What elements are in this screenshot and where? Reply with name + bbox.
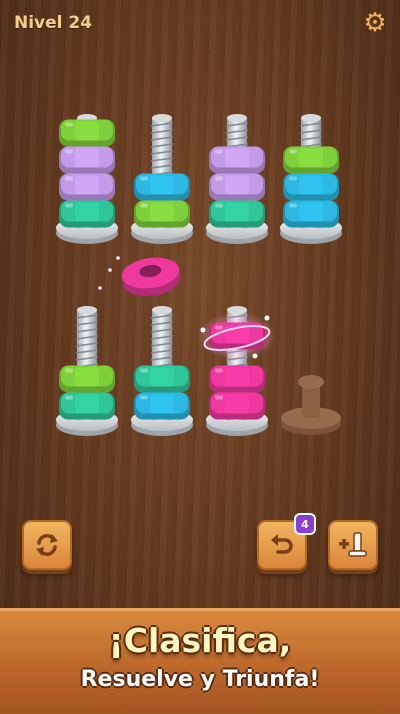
sparkle [200, 327, 206, 333]
nut-lavender[interactable] [59, 173, 115, 201]
nut-green[interactable] [59, 119, 115, 147]
nut-lavender[interactable] [209, 173, 265, 201]
loose-nut[interactable] [120, 254, 183, 300]
restart-button[interactable] [22, 520, 72, 570]
banner-headline: ¡Clasifica, [108, 621, 292, 660]
sparkle [264, 315, 270, 321]
sparkle [108, 268, 112, 272]
nut-cyan[interactable] [134, 173, 190, 201]
undo-icon [271, 534, 293, 554]
bolt-8[interactable] [281, 375, 341, 435]
nut-pink[interactable] [209, 392, 265, 420]
game-board [56, 114, 342, 436]
nut-teal[interactable] [59, 200, 115, 228]
nut-green[interactable] [134, 200, 190, 228]
nut-green[interactable] [59, 365, 115, 393]
nut-cyan[interactable] [283, 200, 339, 228]
sparkle [252, 353, 258, 359]
nut-teal[interactable] [209, 200, 265, 228]
sparkle [98, 286, 102, 290]
nut-teal[interactable] [134, 365, 190, 393]
nut-cyan[interactable] [134, 392, 190, 420]
promo-banner: ¡Clasifica, Resuelve y Triunfa! [0, 608, 400, 714]
undo-count-badge: 4 [294, 513, 316, 535]
nut-cyan[interactable] [283, 173, 339, 201]
nut-green[interactable] [283, 146, 339, 174]
banner-subline: Resuelve y Triunfa! [80, 667, 320, 692]
nut-lavender[interactable] [59, 146, 115, 174]
add-bolt-button[interactable] [328, 520, 378, 570]
refresh-icon [36, 534, 58, 556]
nut-teal[interactable] [59, 392, 115, 420]
nut-lavender[interactable] [209, 146, 265, 174]
sparkle [116, 256, 120, 260]
nut-pink[interactable] [209, 365, 265, 393]
add-bolt-icon [339, 532, 367, 557]
